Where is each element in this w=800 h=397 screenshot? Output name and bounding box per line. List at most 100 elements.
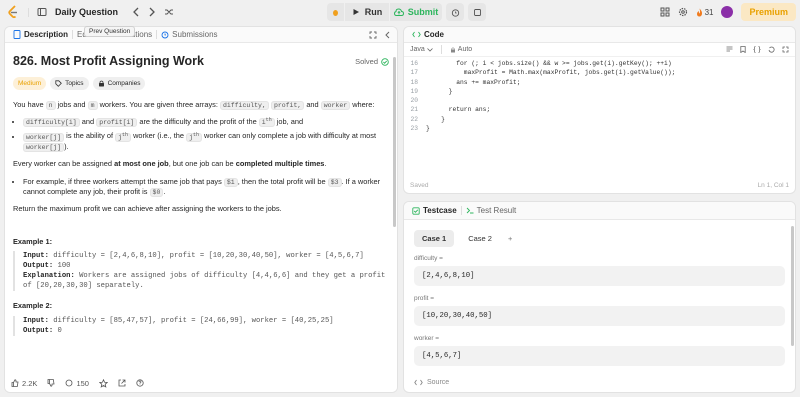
- code-line[interactable]: 22 }: [404, 115, 795, 124]
- difficulty-input[interactable]: [2,4,6,8,10]: [414, 266, 785, 286]
- play-icon: [353, 9, 359, 15]
- line-number: 22: [410, 115, 418, 123]
- testcase-panel: Testcase Test Result Case 1 Case 2 + dif…: [403, 201, 796, 393]
- saved-status: Saved: [410, 182, 429, 189]
- check-circle-icon: [381, 58, 389, 66]
- line-number: 20: [410, 97, 418, 105]
- case-2-tab[interactable]: Case 2: [460, 230, 500, 247]
- description-panel: Description Ed utions Submissions 826. M…: [4, 26, 398, 393]
- daily-question-title[interactable]: Daily Question: [55, 7, 118, 17]
- code-line[interactable]: 23}: [404, 124, 795, 133]
- assignment-rule: Every worker can be assigned at most one…: [13, 159, 327, 169]
- scrollbar[interactable]: [393, 57, 396, 227]
- difficulty-label: difficulty =: [414, 255, 443, 262]
- line-text: }: [426, 125, 430, 133]
- premium-button[interactable]: Premium: [741, 3, 796, 21]
- cursor-position: Ln 1, Col 1: [757, 182, 789, 189]
- help-icon[interactable]: [136, 379, 144, 387]
- thumbs-down-icon[interactable]: [47, 379, 55, 387]
- code-panel: Code Java Auto 16 for (; i < jobs.size()…: [403, 26, 796, 194]
- run-button[interactable]: Run: [345, 3, 389, 21]
- chevron-down-icon: [427, 47, 433, 52]
- timer-button[interactable]: [446, 3, 464, 21]
- scrollbar[interactable]: [791, 226, 794, 346]
- comments-count: 150: [76, 378, 89, 388]
- leetcode-logo-icon[interactable]: [6, 4, 20, 20]
- checkbox-icon: [412, 206, 420, 215]
- reset-icon[interactable]: [768, 46, 775, 53]
- tab-submissions[interactable]: Submissions: [157, 30, 221, 39]
- list-item: worker[j] is the ability of jth worker (…: [23, 131, 389, 152]
- line-number: 17: [410, 69, 418, 77]
- topics-label: Topics: [65, 79, 84, 87]
- source-button[interactable]: Source: [414, 379, 449, 386]
- gear-icon[interactable]: [678, 7, 688, 17]
- braces-icon[interactable]: [753, 46, 761, 53]
- add-case-button[interactable]: +: [506, 230, 514, 247]
- code-line[interactable]: 17 maxProfit = Math.max(maxProfit, jobs.…: [404, 68, 795, 77]
- profit-label: profit =: [414, 295, 435, 302]
- history-icon: [161, 31, 169, 38]
- list-item: difficulty[i] and profit[i] are the diff…: [23, 117, 389, 128]
- tab-test-result[interactable]: Test Result: [462, 206, 521, 215]
- companies-button[interactable]: Companies: [92, 76, 146, 90]
- worker-input[interactable]: [4,5,6,7]: [414, 346, 785, 366]
- topics-button[interactable]: Topics: [50, 76, 89, 90]
- code-line[interactable]: 19 }: [404, 87, 795, 96]
- code-line[interactable]: 18 ans += maxProfit;: [404, 78, 795, 87]
- tab-testcase-label: Testcase: [423, 206, 457, 215]
- share-icon[interactable]: [118, 379, 126, 387]
- submit-label: Submit: [407, 7, 439, 17]
- debug-button[interactable]: [327, 3, 344, 21]
- prev-question-tooltip: Prev Question: [84, 26, 136, 37]
- code-icon: [412, 31, 421, 38]
- lock-icon: [98, 80, 104, 87]
- worker-label: worker =: [414, 335, 440, 342]
- avatar[interactable]: [721, 6, 734, 18]
- tab-description[interactable]: Description: [9, 30, 72, 39]
- run-controls: Run Submit: [327, 3, 486, 21]
- shuffle-icon[interactable]: [164, 7, 174, 17]
- layout-grid-icon[interactable]: [660, 7, 670, 17]
- bookmark-icon[interactable]: [740, 46, 746, 53]
- companies-label: Companies: [107, 79, 141, 87]
- collapse-panel-icon[interactable]: [384, 31, 391, 39]
- solved-status: Solved: [355, 57, 389, 68]
- star-icon[interactable]: [98, 378, 108, 388]
- code-line[interactable]: 21 return ans;: [404, 105, 795, 114]
- return-statement: Return the maximum profit we can achieve…: [13, 204, 282, 214]
- code-toolbar: Java Auto: [404, 43, 795, 57]
- code-editor[interactable]: 16 for (; i < jobs.size() && w >= jobs.g…: [404, 57, 795, 133]
- fire-icon: [696, 8, 702, 16]
- notes-button[interactable]: [468, 3, 486, 21]
- code-line[interactable]: 20: [404, 96, 795, 105]
- submit-button[interactable]: Submit: [390, 3, 442, 21]
- run-label: Run: [364, 7, 383, 17]
- auto-label: Auto: [457, 46, 473, 53]
- problem-badges: Medium Topics Companies: [13, 76, 389, 90]
- line-text: for (; i < jobs.size() && w >= jobs.get(…: [426, 60, 672, 67]
- case-1-tab[interactable]: Case 1: [414, 230, 455, 247]
- expand-icon[interactable]: [782, 46, 789, 53]
- lock-icon: [450, 47, 455, 52]
- streak-count: 31: [704, 7, 714, 17]
- line-text: ans += maxProfit;: [426, 78, 521, 86]
- like-button[interactable]: 2.2K: [11, 379, 37, 388]
- format-icon[interactable]: [726, 46, 733, 53]
- tab-test-result-label: Test Result: [476, 206, 517, 215]
- left-tab-bar: Description Ed utions Submissions: [5, 27, 397, 43]
- chevron-right-icon[interactable]: [148, 7, 156, 17]
- problem-title[interactable]: 826. Most Profit Assigning Work: [13, 53, 204, 71]
- tab-code[interactable]: Code: [408, 30, 448, 39]
- chevron-left-icon[interactable]: [132, 7, 140, 17]
- example-2-title: Example 2:: [13, 301, 53, 311]
- expand-icon[interactable]: [369, 31, 377, 39]
- problem-list-icon[interactable]: [37, 7, 47, 17]
- profit-input[interactable]: [10,20,30,40,50]: [414, 306, 785, 326]
- comments-button[interactable]: 150: [65, 379, 89, 388]
- code-line[interactable]: 16 for (; i < jobs.size() && w >= jobs.g…: [404, 59, 795, 68]
- autocomplete-toggle[interactable]: Auto: [450, 46, 472, 53]
- streak-counter[interactable]: 31: [696, 7, 714, 17]
- tab-testcase[interactable]: Testcase: [408, 206, 461, 215]
- language-select[interactable]: Java: [410, 46, 433, 53]
